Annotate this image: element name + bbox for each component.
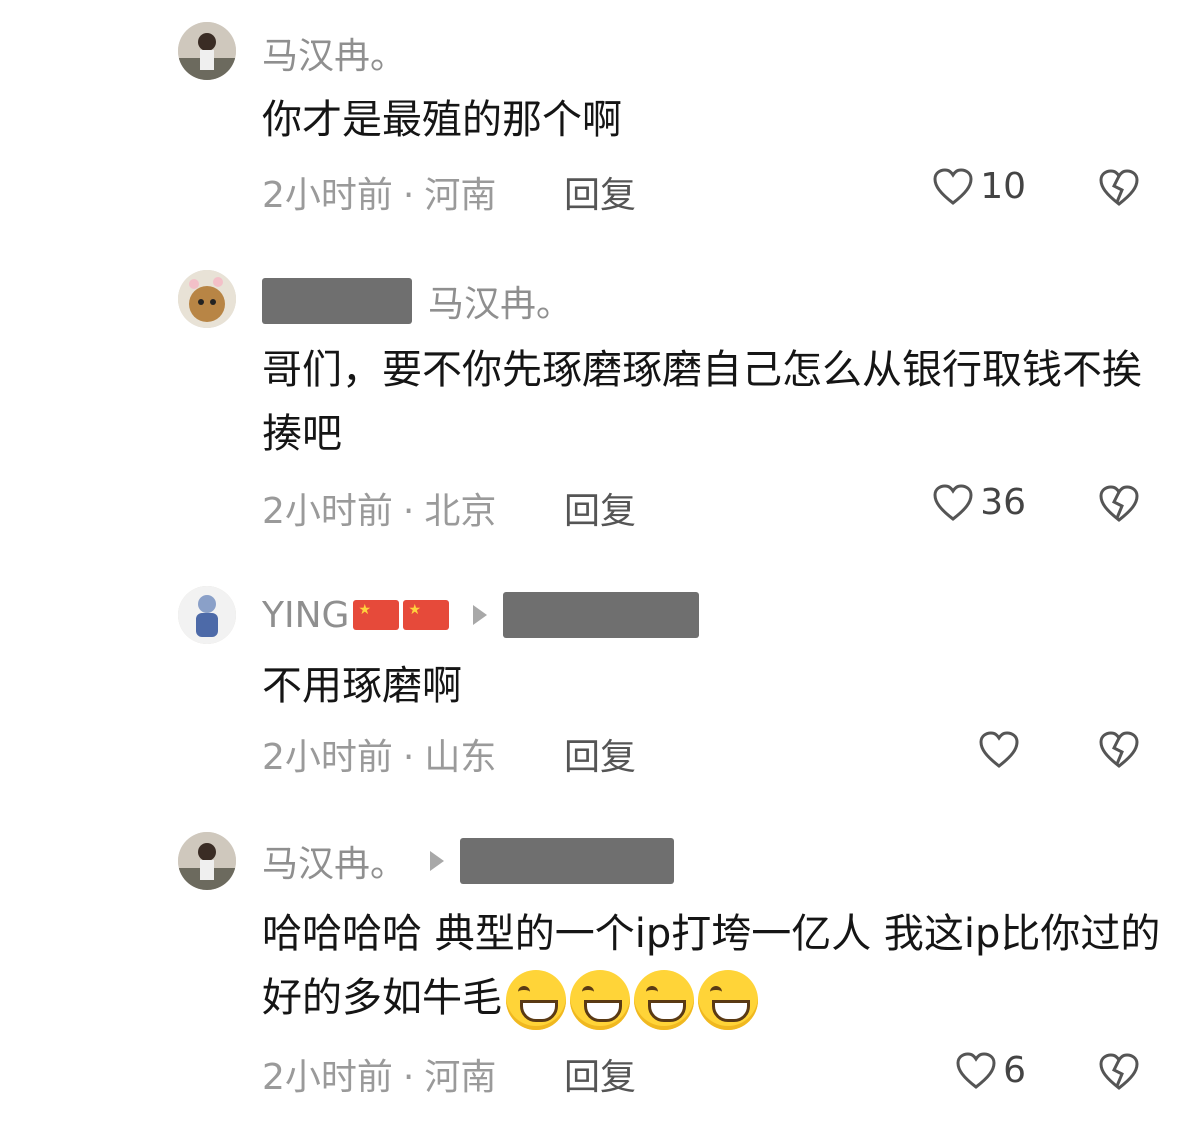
reply-button[interactable]: 回复 bbox=[564, 1048, 636, 1100]
heart-outline-icon bbox=[955, 1051, 997, 1091]
like-count: 6 bbox=[1003, 1050, 1026, 1091]
dislike-button[interactable] bbox=[1098, 484, 1140, 524]
avatar[interactable] bbox=[178, 586, 236, 644]
comment-meta: 2小时前 · 河南 bbox=[262, 1048, 496, 1100]
comment-item: 马汉冉。 哈哈哈哈 典型的一个ip打垮一亿人 我这ip比你过的好的多如牛毛 2小… bbox=[0, 810, 1200, 1121]
username[interactable]: 马汉冉。 bbox=[262, 835, 406, 887]
like-button[interactable]: 36 bbox=[932, 482, 1026, 523]
reply-button[interactable]: 回复 bbox=[564, 728, 636, 780]
grinning-emoji-icon bbox=[506, 970, 566, 1030]
grinning-emoji-icon bbox=[634, 970, 694, 1030]
comment-text: 你才是最殖的那个啊 bbox=[262, 97, 622, 143]
triangle-right-icon bbox=[430, 851, 445, 871]
grinning-emoji-icon bbox=[570, 970, 630, 1030]
location: 河南 bbox=[424, 1057, 497, 1098]
comment-text: 哈哈哈哈 典型的一个ip打垮一亿人 我这ip比你过的好的多如牛毛 bbox=[262, 902, 1162, 1030]
like-button[interactable] bbox=[978, 730, 1026, 770]
separator: · bbox=[402, 737, 415, 778]
location: 山东 bbox=[424, 737, 497, 778]
comment-meta: 2小时前 · 山东 bbox=[262, 728, 496, 780]
location: 北京 bbox=[424, 491, 497, 532]
reply-button[interactable]: 回复 bbox=[564, 482, 636, 534]
broken-heart-icon bbox=[1098, 730, 1140, 770]
separator: · bbox=[402, 175, 415, 216]
separator: · bbox=[402, 491, 415, 532]
timestamp: 2小时前 bbox=[262, 491, 393, 532]
separator: · bbox=[402, 1057, 415, 1098]
broken-heart-icon bbox=[1098, 484, 1140, 524]
username[interactable]: 马汉冉。 bbox=[428, 275, 572, 327]
comment-text: 哥们，要不你先琢磨琢磨自己怎么从银行取钱不挨揍吧 bbox=[262, 347, 1142, 457]
triangle-right-icon bbox=[473, 605, 488, 625]
comment-header: 马汉冉。 bbox=[262, 835, 675, 887]
heart-outline-icon bbox=[978, 730, 1020, 770]
location: 河南 bbox=[424, 175, 497, 216]
avatar[interactable] bbox=[178, 22, 236, 80]
comment-item: 马汉冉。 你才是最殖的那个啊 2小时前 · 河南 回复 10 bbox=[0, 0, 1200, 230]
comment-meta: 2小时前 · 河南 bbox=[262, 166, 496, 218]
comment-item: 马汉冉。 哥们，要不你先琢磨琢磨自己怎么从银行取钱不挨揍吧 2小时前 · 北京 回复… bbox=[0, 240, 1200, 540]
avatar[interactable] bbox=[178, 832, 236, 890]
heart-outline-icon bbox=[932, 483, 974, 523]
timestamp: 2小时前 bbox=[262, 1057, 393, 1098]
dislike-button[interactable] bbox=[1098, 730, 1140, 770]
dislike-button[interactable] bbox=[1098, 168, 1140, 208]
grinning-emoji-icon bbox=[698, 970, 758, 1030]
like-button[interactable]: 6 bbox=[955, 1050, 1026, 1091]
avatar[interactable] bbox=[178, 270, 236, 328]
heart-outline-icon bbox=[932, 167, 974, 207]
username[interactable]: YING bbox=[262, 595, 349, 636]
username[interactable]: 马汉冉。 bbox=[262, 27, 406, 79]
dislike-button[interactable] bbox=[1098, 1052, 1140, 1092]
china-flag-icon bbox=[353, 600, 400, 630]
comment-header: YING bbox=[262, 590, 700, 640]
comment-header: 马汉冉。 bbox=[262, 276, 572, 326]
comment-meta: 2小时前 · 北京 bbox=[262, 482, 496, 534]
redacted-username bbox=[262, 278, 412, 324]
like-button[interactable]: 10 bbox=[932, 166, 1026, 207]
reply-button[interactable]: 回复 bbox=[564, 166, 636, 218]
broken-heart-icon bbox=[1098, 168, 1140, 208]
like-count: 36 bbox=[980, 482, 1026, 523]
comment-item: YING 不用琢磨啊 2小时前·山东 回复 bbox=[0, 560, 1200, 790]
china-flag-icon bbox=[403, 600, 450, 630]
timestamp: 2小时前 bbox=[262, 737, 393, 778]
comment-text: 不用琢磨啊 bbox=[262, 663, 462, 709]
redacted-username bbox=[503, 592, 700, 638]
comment-header: 马汉冉。 bbox=[262, 28, 406, 78]
timestamp: 2小时前 bbox=[262, 175, 393, 216]
redacted-username bbox=[460, 838, 675, 884]
like-count: 10 bbox=[980, 166, 1026, 207]
broken-heart-icon bbox=[1098, 1052, 1140, 1092]
